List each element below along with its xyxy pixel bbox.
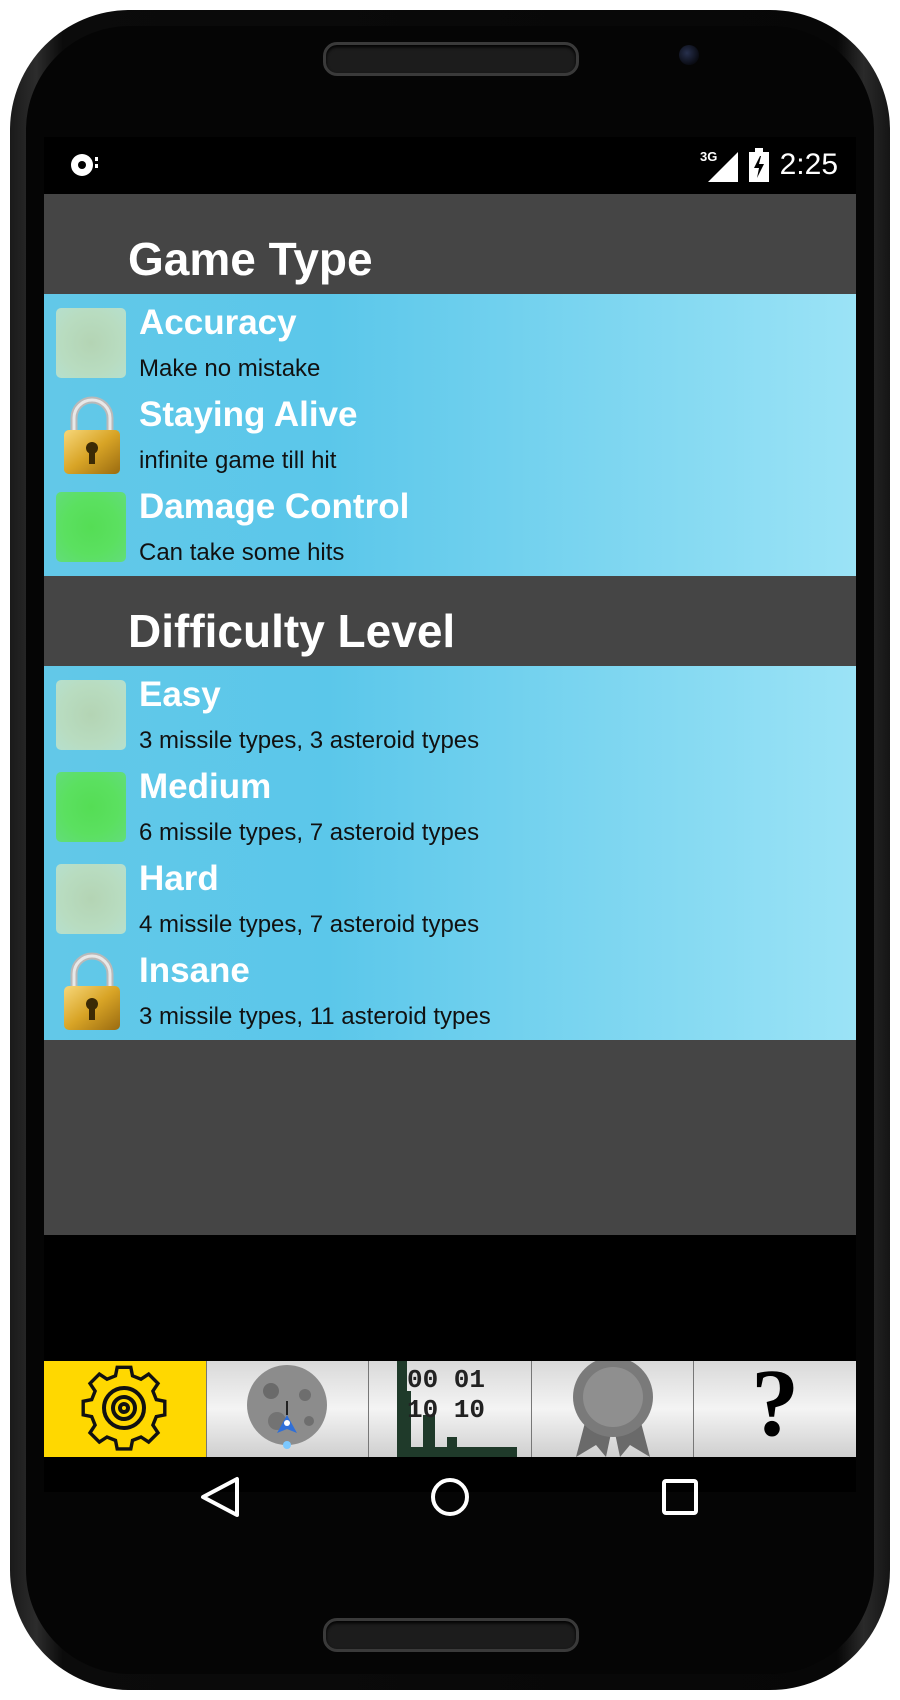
tab-bar: 00 01 10 10 ?	[44, 1355, 856, 1457]
recents-icon[interactable]	[640, 1457, 720, 1537]
option-subtitle: Can take some hits	[139, 539, 345, 566]
notification-icon	[71, 154, 98, 176]
difficulty-option-insane[interactable]: Insane 3 missile types, 11 asteroid type…	[44, 942, 856, 1040]
gear-icon	[81, 1365, 167, 1451]
help-icon: ?	[751, 1349, 800, 1456]
award-ribbon-icon	[572, 1361, 653, 1457]
front-camera	[679, 45, 699, 65]
game-type-option-staying-alive[interactable]: Staying Alive infinite game till hit	[44, 386, 856, 484]
settings-panel: Game Type Accuracy Make no mistake Stayi…	[44, 194, 856, 1235]
option-subtitle: 3 missile types, 3 asteroid types	[139, 727, 480, 754]
tab-help[interactable]: ?	[694, 1355, 856, 1457]
clock: 2:25	[779, 148, 838, 181]
unchecked-box-icon	[56, 680, 126, 750]
option-title: Medium	[139, 767, 272, 806]
unchecked-box-icon	[56, 308, 126, 378]
status-bar: 3G 2:25	[44, 137, 856, 194]
back-icon[interactable]	[179, 1457, 259, 1537]
bottom-speaker	[323, 1618, 579, 1652]
tab-stats[interactable]: 00 01 10 10	[369, 1361, 532, 1457]
home-icon[interactable]	[410, 1457, 490, 1537]
difficulty-option-easy[interactable]: Easy 3 missile types, 3 asteroid types	[44, 666, 856, 764]
top-speaker	[323, 42, 579, 76]
option-subtitle: infinite game till hit	[139, 447, 337, 474]
checked-box-icon	[56, 492, 126, 562]
option-title: Insane	[139, 951, 250, 990]
navigation-bar	[44, 1457, 856, 1552]
game-type-option-damage-control[interactable]: Damage Control Can take some hits	[44, 478, 856, 576]
battery-icon	[748, 148, 769, 182]
asteroid-ship-icon	[246, 1365, 327, 1449]
signal-icon: 3G	[700, 149, 738, 182]
game-type-option-accuracy[interactable]: Accuracy Make no mistake	[44, 294, 856, 392]
game-type-heading: Game Type	[128, 233, 373, 285]
empty-area	[44, 1235, 856, 1361]
option-title: Damage Control	[139, 487, 410, 526]
checked-box-icon	[56, 772, 126, 842]
option-subtitle: 6 missile types, 7 asteroid types	[139, 819, 480, 846]
option-subtitle: Make no mistake	[139, 355, 321, 382]
difficulty-option-hard[interactable]: Hard 4 missile types, 7 asteroid types	[44, 850, 856, 948]
screen: 3G 2:25 Game Type Accuracy Make no mista…	[44, 137, 856, 1492]
option-title: Hard	[139, 859, 219, 898]
option-title: Accuracy	[139, 303, 297, 342]
option-title: Staying Alive	[139, 395, 358, 434]
difficulty-option-medium[interactable]: Medium 6 missile types, 7 asteroid types	[44, 758, 856, 856]
binary-text-line1: 00 01	[407, 1365, 485, 1395]
option-subtitle: 3 missile types, 11 asteroid types	[139, 1003, 491, 1030]
option-title: Easy	[139, 675, 221, 714]
difficulty-heading: Difficulty Level	[128, 605, 456, 657]
binary-stats-icon: 00 01 10 10	[397, 1361, 518, 1457]
tab-play[interactable]	[206, 1361, 370, 1457]
tab-settings[interactable]	[44, 1361, 207, 1457]
lock-icon	[64, 952, 120, 1030]
network-type-label: 3G	[700, 149, 717, 164]
tab-achievements[interactable]	[531, 1361, 695, 1457]
lock-icon	[64, 396, 120, 474]
status-indicators: 3G 2:25	[700, 145, 838, 185]
option-subtitle: 4 missile types, 7 asteroid types	[139, 911, 480, 938]
binary-text-line2: 10 10	[407, 1395, 485, 1425]
unchecked-box-icon	[56, 864, 126, 934]
